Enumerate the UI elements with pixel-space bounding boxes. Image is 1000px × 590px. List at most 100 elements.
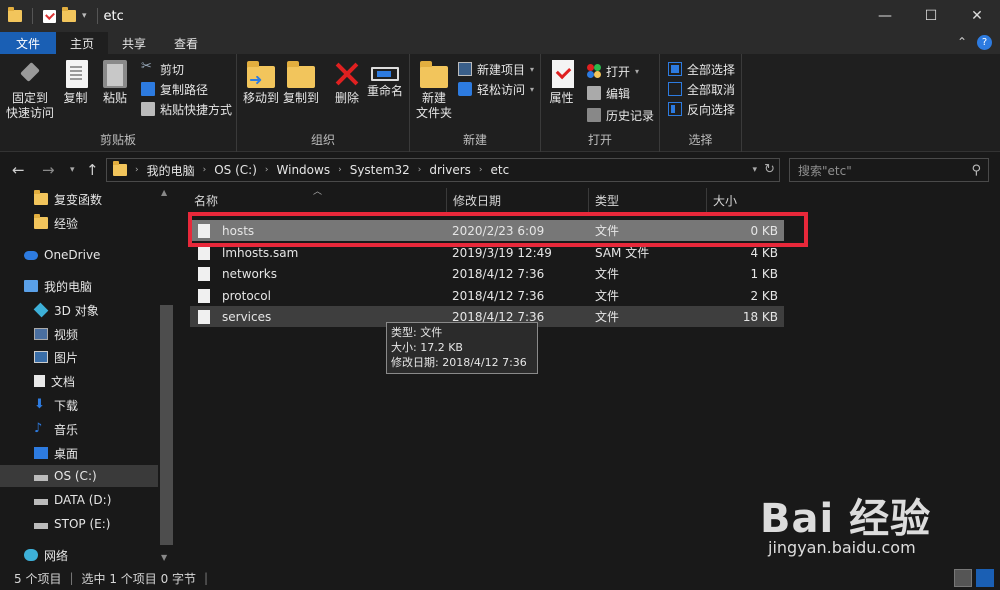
sidebar-item-network[interactable]: 网络 bbox=[0, 544, 158, 566]
breadcrumb-chevron-icon[interactable]: › bbox=[418, 165, 422, 175]
properties-button[interactable]: 属性 bbox=[549, 60, 574, 106]
breadcrumb-chevron-icon[interactable]: › bbox=[338, 165, 342, 175]
collapse-ribbon-chevron-icon[interactable]: ⌃ bbox=[957, 35, 967, 50]
column-header-size[interactable]: 大小 bbox=[707, 188, 784, 212]
file-size: 4 KB bbox=[750, 245, 778, 260]
back-arrow-icon[interactable]: ← bbox=[12, 161, 25, 179]
up-arrow-icon[interactable]: ↑ bbox=[86, 161, 99, 179]
pin-icon bbox=[16, 60, 44, 88]
recent-locations-chevron-icon[interactable]: ▾ bbox=[70, 165, 75, 175]
help-icon[interactable]: ? bbox=[977, 35, 992, 50]
minimize-button[interactable]: — bbox=[862, 0, 908, 32]
maximize-button[interactable]: ☐ bbox=[908, 0, 954, 32]
move-to-button[interactable]: 移动到 bbox=[243, 60, 279, 106]
tooltip-type: 类型: 文件 bbox=[391, 326, 443, 339]
properties-label: 属性 bbox=[549, 91, 574, 105]
divider: | bbox=[204, 571, 209, 585]
copy-to-button[interactable]: 复制到 bbox=[283, 60, 319, 106]
history-button[interactable]: 历史记录 bbox=[587, 106, 654, 124]
new-item-button[interactable]: 新建项目 ▾ bbox=[458, 60, 534, 78]
close-button[interactable]: ✕ bbox=[954, 0, 1000, 32]
scroll-down-arrow-icon[interactable]: ▼ bbox=[161, 553, 167, 562]
select-none-button[interactable]: 全部取消 bbox=[668, 80, 735, 98]
sidebar-item-videos[interactable]: 视频 bbox=[0, 323, 158, 345]
large-icons-view-icon[interactable] bbox=[976, 569, 994, 587]
sidebar-item-complex-functions[interactable]: 复变函数 bbox=[0, 188, 158, 210]
sidebar-item-label: 网络 bbox=[44, 548, 69, 563]
breadcrumb-chevron-icon[interactable]: › bbox=[479, 165, 483, 175]
sidebar-item-experience[interactable]: 经验 bbox=[0, 212, 158, 234]
organize-group: 移动到 复制到 删除 重命名 组织 bbox=[237, 54, 410, 152]
breadcrumb-drivers[interactable]: drivers bbox=[429, 163, 471, 177]
properties-check-icon[interactable] bbox=[43, 9, 56, 23]
sidebar-item-os-c[interactable]: OS (C:) bbox=[0, 465, 158, 487]
customize-toolbar-chevron-icon[interactable]: ▾ bbox=[82, 11, 87, 21]
breadcrumb-my-computer[interactable]: 我的电脑 bbox=[147, 162, 195, 179]
sidebar-item-desktop[interactable]: 桌面 bbox=[0, 442, 158, 464]
paste-button[interactable]: 粘贴 bbox=[103, 60, 127, 106]
sidebar-scroll-thumb[interactable] bbox=[160, 305, 173, 545]
column-header-type[interactable]: 类型 bbox=[589, 188, 707, 212]
search-input[interactable]: 搜索"etc" ⚲ bbox=[789, 158, 989, 182]
breadcrumb-chevron-icon[interactable]: › bbox=[203, 165, 207, 175]
paste-shortcut-button[interactable]: 粘贴快捷方式 bbox=[141, 100, 232, 118]
easy-access-button[interactable]: 轻松访问 ▾ bbox=[458, 80, 534, 98]
pin-label-2: 快速访问 bbox=[6, 106, 55, 120]
sidebar-item-downloads[interactable]: ⬇ 下载 bbox=[0, 394, 158, 416]
new-folder-icon[interactable] bbox=[62, 7, 76, 22]
new-item-icon bbox=[458, 62, 472, 76]
breadcrumb-system32[interactable]: System32 bbox=[350, 163, 410, 177]
copy-path-button[interactable]: 复制路径 bbox=[141, 80, 208, 98]
sidebar-item-data-d[interactable]: DATA (D:) bbox=[0, 489, 158, 511]
annotation-highlight-box bbox=[188, 212, 808, 247]
cut-button[interactable]: 剪切 bbox=[141, 59, 184, 78]
sidebar-item-stop-e[interactable]: STOP (E:) bbox=[0, 513, 158, 535]
file-tooltip: 类型: 文件 大小: 17.2 KB 修改日期: 2018/4/12 7:36 bbox=[386, 322, 538, 374]
open-button[interactable]: 打开 ▾ bbox=[587, 62, 639, 80]
invert-selection-button[interactable]: 反向选择 bbox=[668, 100, 735, 118]
tab-share[interactable]: 共享 bbox=[108, 32, 160, 54]
sidebar-item-pictures[interactable]: 图片 bbox=[0, 346, 158, 368]
copy-button[interactable]: 复制 bbox=[63, 60, 88, 106]
breadcrumb-etc[interactable]: etc bbox=[491, 163, 510, 177]
file-row-protocol[interactable]: protocol 2018/4/12 7:36 文件 2 KB bbox=[190, 285, 784, 306]
delete-button[interactable]: 删除 bbox=[333, 60, 361, 106]
address-bar[interactable]: › 我的电脑 › OS (C:) › Windows › System32 › … bbox=[106, 158, 780, 182]
file-icon bbox=[198, 245, 210, 260]
address-history-chevron-icon[interactable]: ▾ bbox=[752, 165, 757, 175]
file-name: lmhosts.sam bbox=[222, 245, 299, 260]
tab-file[interactable]: 文件 bbox=[0, 32, 57, 54]
column-header-date[interactable]: 修改日期 bbox=[447, 188, 589, 212]
group-label: 新建 bbox=[462, 133, 487, 147]
sidebar-item-onedrive[interactable]: OneDrive bbox=[0, 244, 158, 266]
rename-button[interactable]: 重命名 bbox=[367, 60, 403, 99]
divider: | bbox=[69, 571, 74, 585]
sidebar-item-documents[interactable]: 文档 bbox=[0, 370, 158, 392]
breadcrumb-chevron-icon[interactable]: › bbox=[265, 165, 269, 175]
sidebar-item-3d-objects[interactable]: 3D 对象 bbox=[0, 299, 158, 321]
edit-button[interactable]: 编辑 bbox=[587, 84, 630, 102]
column-headers: 名称 修改日期 类型 大小 bbox=[188, 188, 784, 212]
new-folder-label: 新建 bbox=[422, 91, 447, 105]
pin-to-quick-access-button[interactable]: 固定到 快速访问 bbox=[6, 60, 54, 121]
tab-home[interactable]: 主页 bbox=[56, 32, 109, 54]
search-icon[interactable]: ⚲ bbox=[971, 163, 981, 178]
select-all-button[interactable]: 全部选择 bbox=[668, 60, 735, 78]
file-row-networks[interactable]: networks 2018/4/12 7:36 文件 1 KB bbox=[190, 263, 784, 284]
new-folder-button[interactable]: 新建 文件夹 bbox=[416, 60, 452, 121]
sidebar-item-music[interactable]: ♪ 音乐 bbox=[0, 418, 158, 440]
forward-arrow-icon[interactable]: → bbox=[42, 161, 55, 179]
open-label: 打开 bbox=[606, 64, 631, 79]
breadcrumb-chevron-icon[interactable]: › bbox=[135, 165, 139, 175]
sidebar-item-my-computer[interactable]: 我的电脑 bbox=[0, 275, 158, 297]
details-view-icon[interactable] bbox=[954, 569, 972, 587]
invert-selection-icon bbox=[668, 102, 682, 116]
column-header-name[interactable]: 名称 bbox=[188, 188, 447, 212]
group-label: 剪贴板 bbox=[99, 133, 136, 147]
breadcrumb-windows[interactable]: Windows bbox=[277, 163, 331, 177]
breadcrumb-os-c[interactable]: OS (C:) bbox=[214, 163, 257, 177]
scroll-up-arrow-icon[interactable]: ▲ bbox=[161, 188, 167, 197]
paste-shortcut-label: 粘贴快捷方式 bbox=[160, 102, 233, 117]
tab-view[interactable]: 查看 bbox=[160, 32, 212, 54]
refresh-icon[interactable]: ↻ bbox=[764, 162, 775, 177]
